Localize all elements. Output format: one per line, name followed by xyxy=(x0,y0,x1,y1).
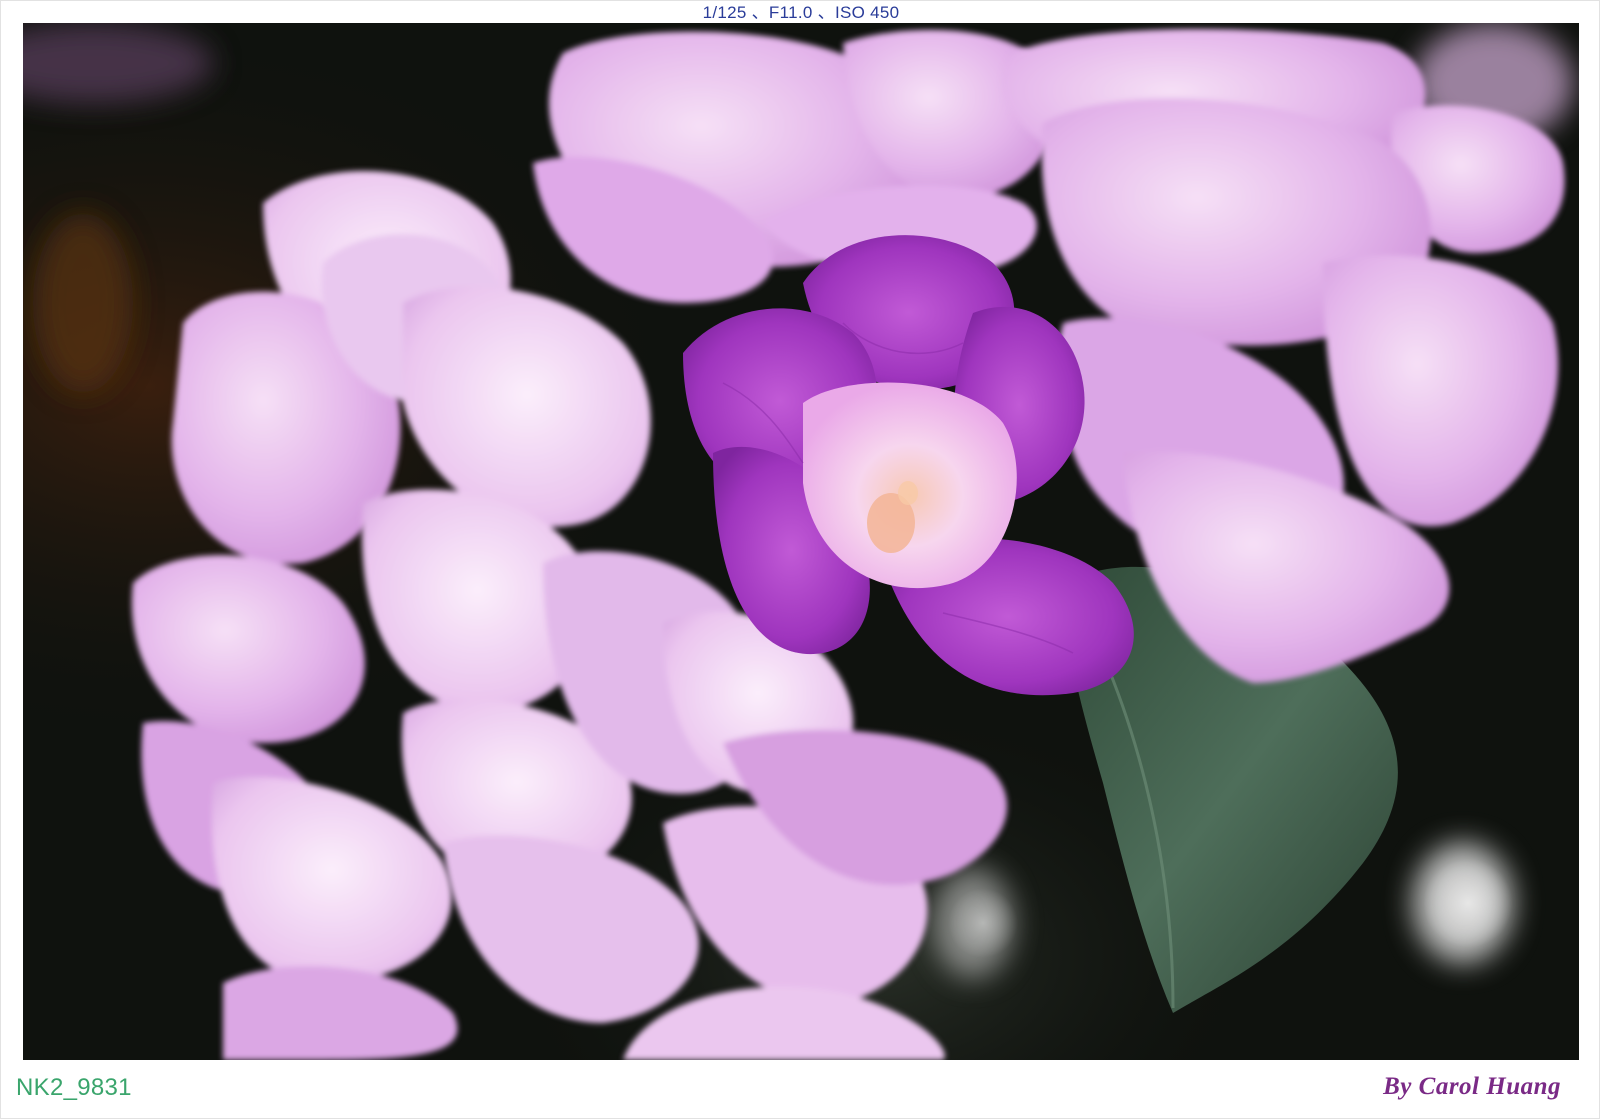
flower-photo xyxy=(23,23,1579,1060)
exif-caption: 1/125 、F11.0 、ISO 450 xyxy=(702,3,900,22)
file-id-label: NK2_9831 xyxy=(16,1074,132,1101)
photo-frame: 1/125 、F11.0 、ISO 450 NK2_9831 By Carol … xyxy=(0,0,1600,1119)
photographer-credit: By Carol Huang xyxy=(1383,1073,1561,1100)
